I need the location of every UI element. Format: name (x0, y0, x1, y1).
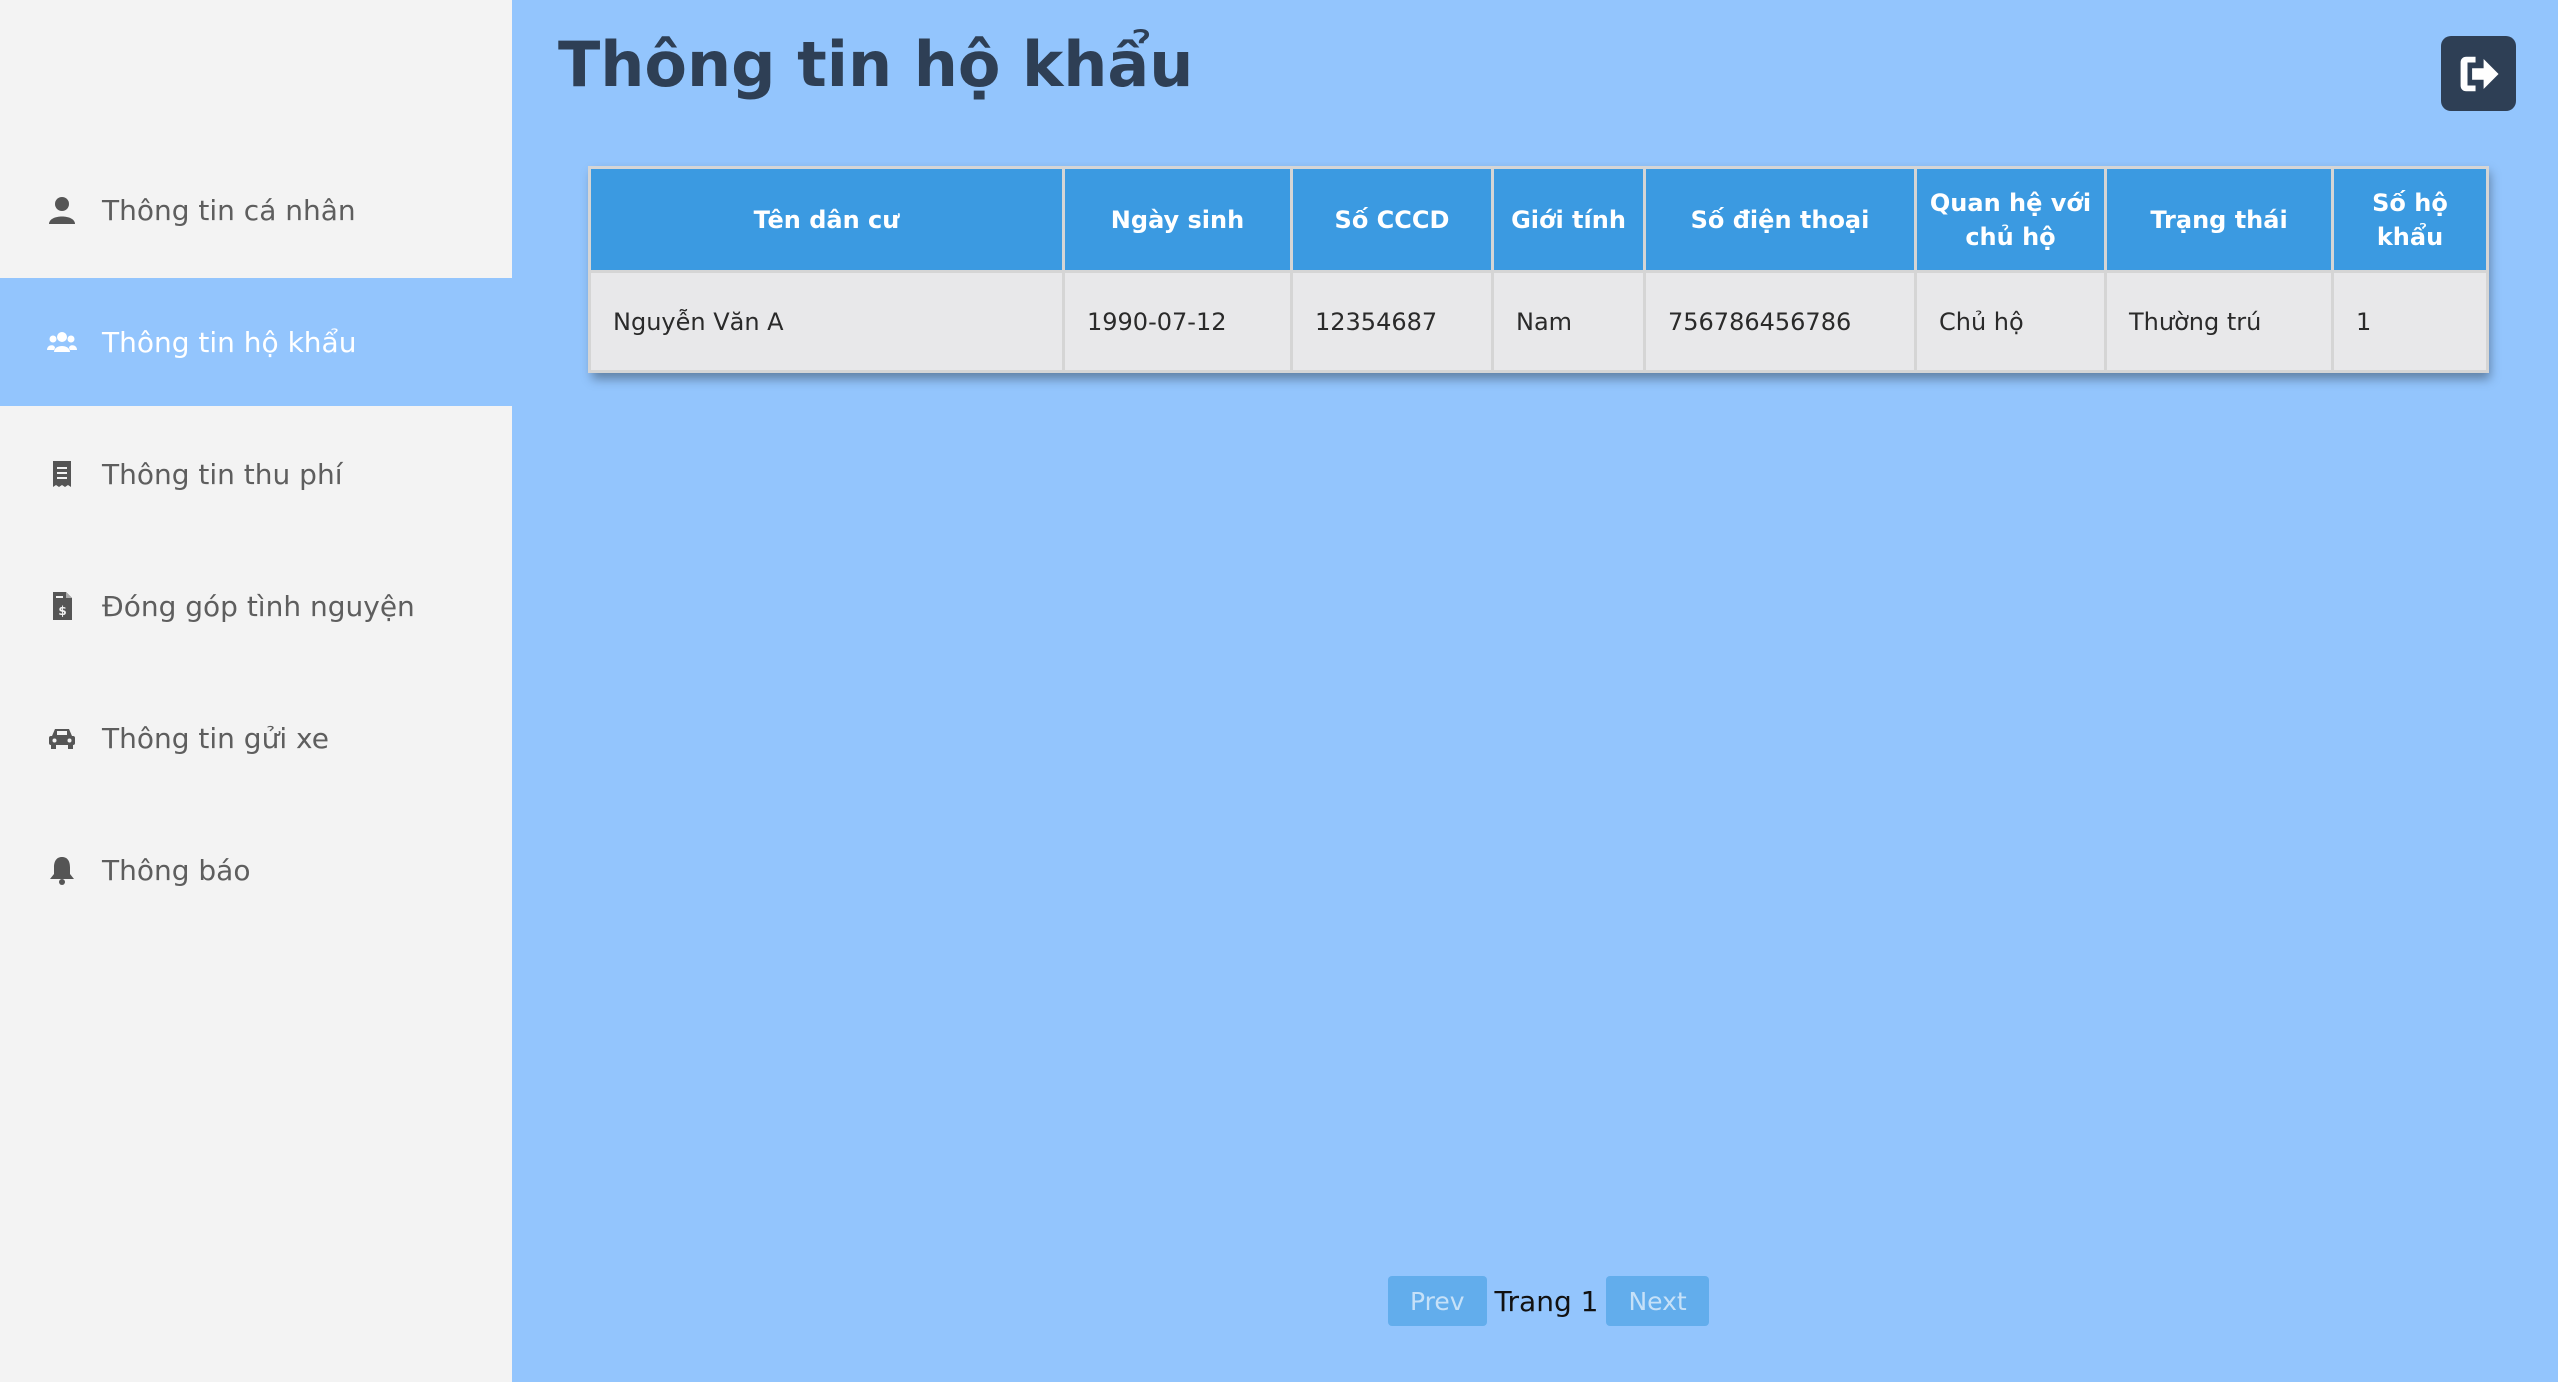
sidebar-item-fee-info[interactable]: Thông tin thu phí (0, 410, 512, 538)
cell-birth-date: 1990-07-12 (1062, 270, 1293, 373)
car-icon (44, 720, 80, 756)
cell-resident-name: Nguyễn Văn A (588, 270, 1065, 373)
pagination: Prev Trang 1 Next (1388, 1276, 1709, 1326)
column-header-birth-date[interactable]: Ngày sinh (1062, 166, 1293, 273)
prev-page-button[interactable]: Prev (1388, 1276, 1487, 1326)
users-icon (44, 324, 80, 360)
page-indicator: Trang 1 (1494, 1284, 1599, 1318)
user-icon (44, 192, 80, 228)
next-page-button[interactable]: Next (1606, 1276, 1709, 1326)
table-header-row: Tên dân cư Ngày sinh Số CCCD Giới tính S… (588, 166, 2489, 273)
cell-phone: 756786456786 (1643, 270, 1917, 373)
column-header-resident-name[interactable]: Tên dân cư (588, 166, 1065, 273)
cell-relationship: Chủ hộ (1914, 270, 2107, 373)
sidebar-item-label: Thông tin cá nhân (102, 193, 356, 227)
household-table-container: Tên dân cư Ngày sinh Số CCCD Giới tính S… (588, 166, 2489, 373)
bell-icon (44, 852, 80, 888)
cell-gender: Nam (1491, 270, 1646, 373)
cell-status: Thường trú (2104, 270, 2334, 373)
column-header-relationship[interactable]: Quan hệ với chủ hộ (1914, 166, 2107, 273)
sidebar: Thông tin cá nhân Thông tin hộ khẩu Thôn… (0, 0, 512, 1382)
column-header-gender[interactable]: Giới tính (1491, 166, 1646, 273)
app-root: Thông tin cá nhân Thông tin hộ khẩu Thôn… (0, 0, 2558, 1382)
sidebar-item-voluntary-contribution[interactable]: $ Đóng góp tình nguyện (0, 542, 512, 670)
invoice-dollar-icon: $ (44, 588, 80, 624)
cell-id-number: 12354687 (1290, 270, 1494, 373)
sidebar-item-notifications[interactable]: Thông báo (0, 806, 512, 934)
sign-out-icon (2460, 56, 2499, 91)
sidebar-item-household-info[interactable]: Thông tin hộ khẩu (0, 278, 512, 406)
sidebar-item-label: Thông tin hộ khẩu (102, 325, 357, 359)
sidebar-item-personal-info[interactable]: Thông tin cá nhân (0, 146, 512, 274)
sidebar-item-label: Thông tin thu phí (102, 457, 343, 491)
sidebar-item-label: Thông báo (102, 853, 251, 887)
sidebar-item-label: Thông tin gửi xe (102, 721, 329, 755)
column-header-id-number[interactable]: Số CCCD (1290, 166, 1494, 273)
household-table: Tên dân cư Ngày sinh Số CCCD Giới tính S… (588, 166, 2489, 373)
column-header-status[interactable]: Trạng thái (2104, 166, 2334, 273)
column-header-household-number[interactable]: Số hộ khẩu (2331, 166, 2489, 273)
table-row[interactable]: Nguyễn Văn A 1990-07-12 12354687 Nam 756… (588, 270, 2489, 373)
svg-text:$: $ (58, 604, 66, 618)
logout-button[interactable] (2441, 36, 2516, 111)
cell-household-number: 1 (2331, 270, 2489, 373)
column-header-phone[interactable]: Số điện thoại (1643, 166, 1917, 273)
sidebar-item-label: Đóng góp tình nguyện (102, 589, 415, 623)
receipt-icon (44, 456, 80, 492)
page-title: Thông tin hộ khẩu (558, 28, 1194, 101)
sidebar-item-parking-info[interactable]: Thông tin gửi xe (0, 674, 512, 802)
